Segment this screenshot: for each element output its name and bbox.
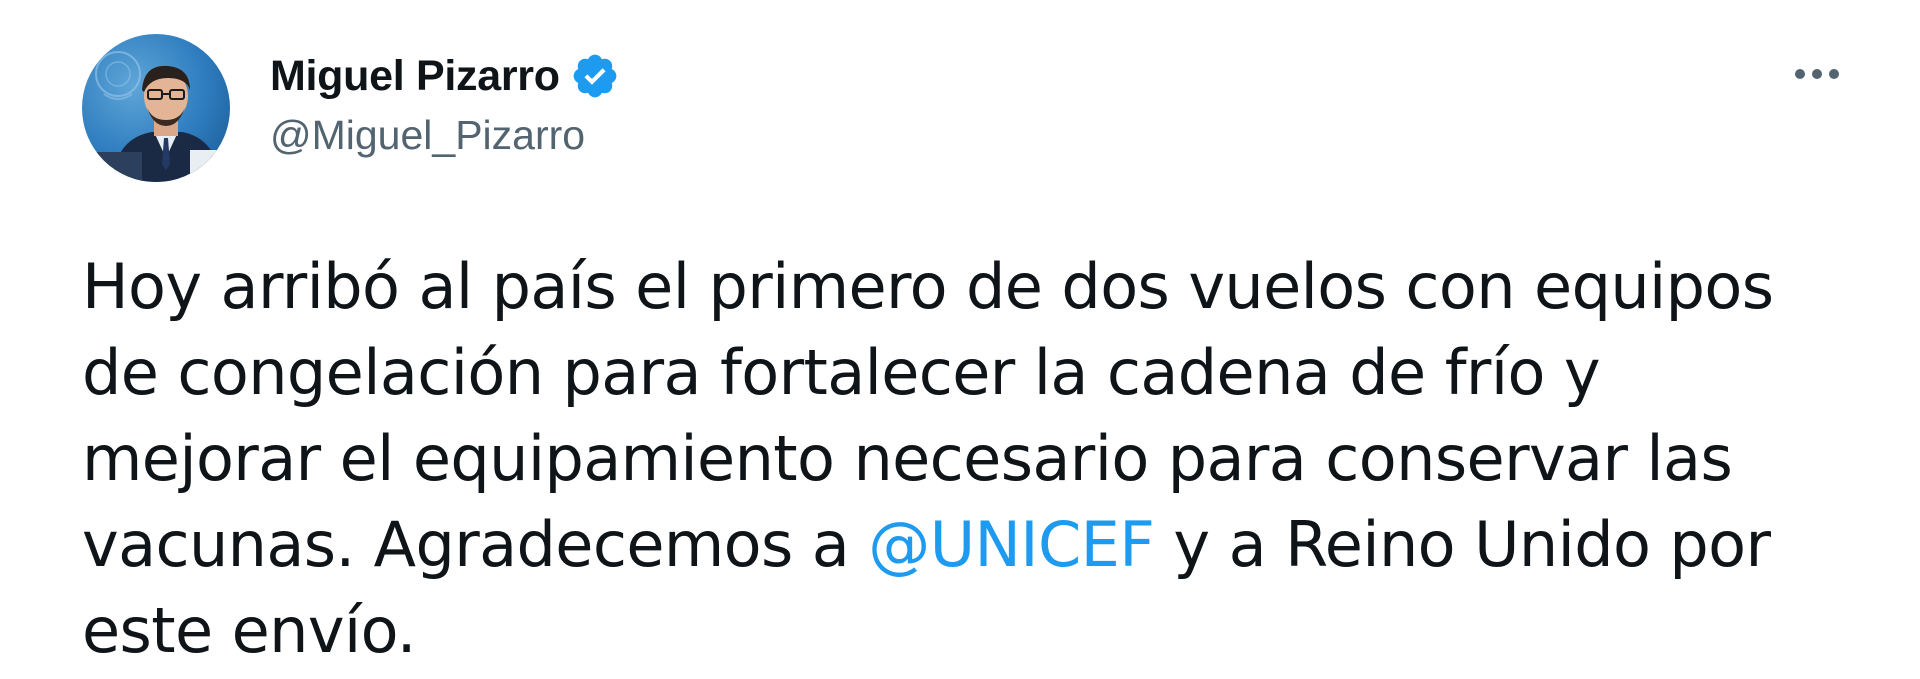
tweet-text-line: mejorar el equipamiento necesario para c… <box>82 422 1733 495</box>
tweet-text-segment: y a Reino Unido por <box>1154 508 1771 581</box>
tweet-text-line: este envío. <box>82 594 417 667</box>
tweet-card: Miguel Pizarro @Miguel_Pizarro Hoy arrib… <box>0 0 1920 679</box>
tweet-text: Hoy arribó al país el primero de dos vue… <box>82 244 1882 674</box>
mention-link-unicef[interactable]: @UNICEF <box>868 508 1155 581</box>
tweet-text-line: vacunas. Agradecemos a @UNICEF y a Reino… <box>82 502 1882 588</box>
profile-photo-icon <box>82 34 230 182</box>
author-name-row: Miguel Pizarro <box>270 46 620 106</box>
author-avatar[interactable] <box>82 34 230 182</box>
tweet-text-segment: vacunas. Agradecemos a <box>82 508 869 581</box>
author-display-name[interactable]: Miguel Pizarro <box>270 52 560 101</box>
verified-badge-icon <box>570 51 620 101</box>
tweet-text-line: Hoy arribó al país el primero de dos vue… <box>82 250 1774 323</box>
author-handle[interactable]: @Miguel_Pizarro <box>270 112 585 159</box>
more-options-button[interactable] <box>1782 46 1852 102</box>
more-horizontal-icon <box>1795 69 1839 79</box>
tweet-text-line: de congelación para fortalecer la cadena… <box>82 336 1601 409</box>
